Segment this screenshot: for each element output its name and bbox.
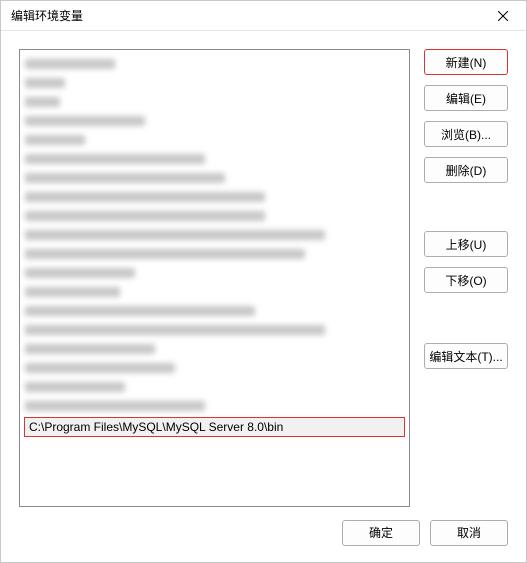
list-item[interactable] (25, 359, 404, 377)
edit-text-button[interactable]: 编辑文本(T)... (424, 343, 508, 369)
browse-button[interactable]: 浏览(B)... (424, 121, 508, 147)
blurred-text (25, 135, 85, 145)
list-item[interactable] (25, 283, 404, 301)
spacer (424, 193, 508, 221)
button-column: 新建(N) 编辑(E) 浏览(B)... 删除(D) 上移(U) 下移(O) 编… (424, 49, 508, 507)
list-item[interactable] (25, 112, 404, 130)
blurred-text (25, 173, 225, 183)
close-icon (498, 11, 508, 21)
blurred-text (25, 97, 60, 107)
close-button[interactable] (480, 1, 526, 31)
dialog-window: 编辑环境变量 C:\Program Files\MySQL\MySQL Serv… (0, 0, 527, 563)
blurred-text (25, 287, 120, 297)
list-item[interactable] (25, 321, 404, 339)
list-item[interactable] (25, 74, 404, 92)
list-item[interactable] (25, 302, 404, 320)
list-item[interactable] (25, 207, 404, 225)
blurred-text (25, 211, 265, 221)
blurred-text (25, 363, 175, 373)
list-item[interactable] (25, 55, 404, 73)
list-item[interactable] (25, 340, 404, 358)
ok-button[interactable]: 确定 (342, 520, 420, 546)
move-up-button[interactable]: 上移(U) (424, 231, 508, 257)
list-item[interactable] (25, 226, 404, 244)
content-area: C:\Program Files\MySQL\MySQL Server 8.0\… (1, 31, 526, 517)
delete-button[interactable]: 删除(D) (424, 157, 508, 183)
dialog-footer: 确定 取消 (1, 517, 526, 562)
blurred-text (25, 154, 205, 164)
window-title: 编辑环境变量 (11, 7, 83, 24)
list-item[interactable] (25, 93, 404, 111)
list-item-selected[interactable]: C:\Program Files\MySQL\MySQL Server 8.0\… (24, 417, 405, 437)
spacer (424, 303, 508, 333)
list-item[interactable] (25, 150, 404, 168)
blurred-text (25, 249, 305, 259)
list-item[interactable] (25, 264, 404, 282)
blurred-text (25, 230, 325, 240)
blurred-text (25, 78, 65, 88)
titlebar: 编辑环境变量 (1, 1, 526, 31)
blurred-text (25, 268, 135, 278)
list-item[interactable] (25, 131, 404, 149)
edit-button[interactable]: 编辑(E) (424, 85, 508, 111)
blurred-text (25, 59, 115, 69)
blurred-text (25, 344, 155, 354)
cancel-button[interactable]: 取消 (430, 520, 508, 546)
list-item[interactable] (25, 378, 404, 396)
blurred-text (25, 325, 325, 335)
blurred-text (25, 401, 205, 411)
new-button[interactable]: 新建(N) (424, 49, 508, 75)
list-item[interactable] (25, 169, 404, 187)
list-item[interactable] (25, 397, 404, 415)
list-inner: C:\Program Files\MySQL\MySQL Server 8.0\… (20, 50, 409, 441)
blurred-text (25, 192, 265, 202)
blurred-text (25, 382, 125, 392)
move-down-button[interactable]: 下移(O) (424, 267, 508, 293)
list-item[interactable] (25, 188, 404, 206)
path-listbox[interactable]: C:\Program Files\MySQL\MySQL Server 8.0\… (19, 49, 410, 507)
blurred-text (25, 306, 255, 316)
list-item[interactable] (25, 245, 404, 263)
blurred-text (25, 116, 145, 126)
